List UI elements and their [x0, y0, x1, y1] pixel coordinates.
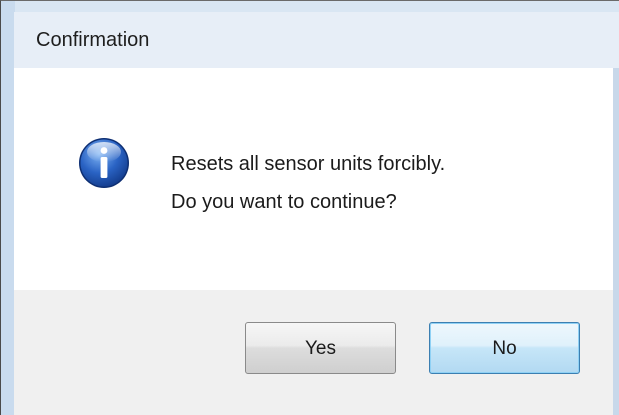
message-line-2: Do you want to continue?: [171, 191, 397, 213]
button-bar: Yes No: [14, 290, 613, 415]
confirmation-dialog: Confirmation Resets all sensor units for…: [0, 0, 619, 415]
dialog-message: Resets all sensor units forcibly. Do you…: [171, 145, 445, 221]
message-area: Resets all sensor units forcibly. Do you…: [14, 68, 613, 290]
title-bar[interactable]: Confirmation: [14, 12, 619, 68]
dialog-title: Confirmation: [36, 29, 150, 51]
window-border-right: [613, 68, 619, 415]
yes-button[interactable]: Yes: [245, 322, 396, 374]
no-button[interactable]: No: [429, 322, 580, 374]
message-line-1: Resets all sensor units forcibly.: [171, 153, 446, 175]
info-icon: [79, 138, 129, 188]
